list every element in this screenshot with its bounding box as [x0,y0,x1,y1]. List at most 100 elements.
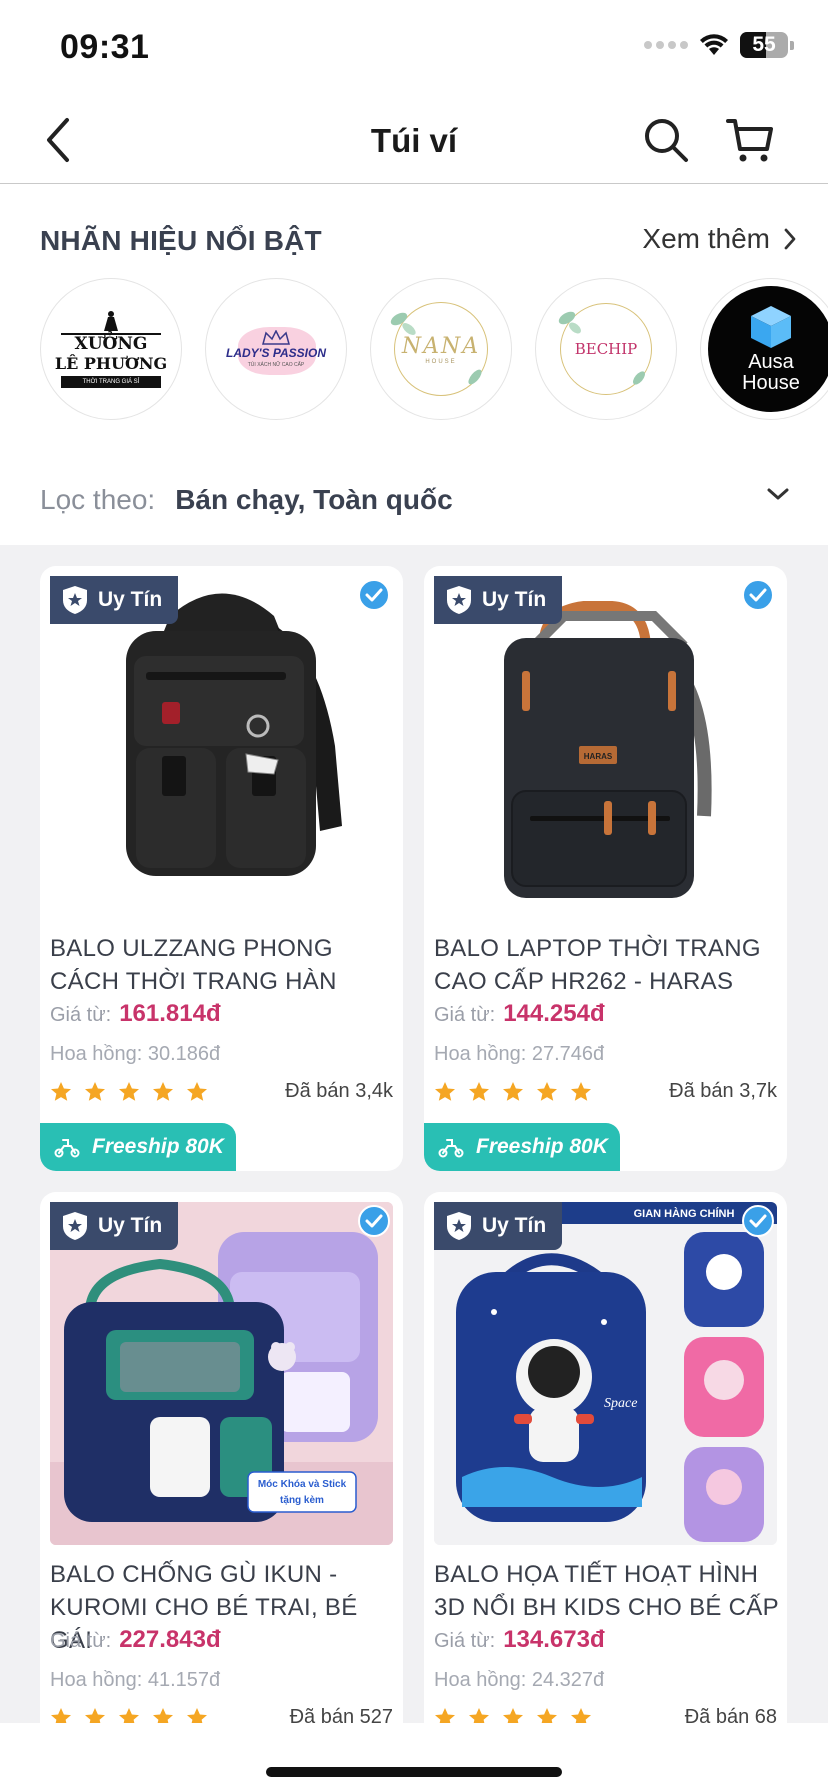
rating-stars [434,1081,592,1102]
star-icon [187,1708,207,1723]
freeship-badge: Freeship 80K [40,1123,236,1171]
brand-logo-ladys-passion[interactable]: LADY'S PASSION TÚI XÁCH NỮ CAO CẤP [205,278,347,420]
wifi-icon [700,34,728,55]
product-card[interactable]: Móc Khóa và Stick tặng kèm Uy Tín BALO C… [40,1192,403,1723]
bechip-logo: BECHIP [558,303,652,395]
black-backpack-image [126,593,342,876]
brand-logo-line1: XƯỞNG [74,333,148,354]
cellular-signal-icon [644,41,688,49]
rating-stars [434,1707,592,1723]
shield-star-icon [447,1212,471,1240]
freeship-label: Freeship 80K [92,1135,224,1158]
product-price: 161.814đ [119,1000,221,1027]
star-icon [85,1708,105,1723]
product-name: BALO HỌA TIẾT HOẠT HÌNH 3D NỔI BH KIDS C… [434,1561,779,1621]
brand-logo-line2: LÊ PHƯƠNG [54,353,168,373]
price-label: Giá từ: [434,1630,496,1652]
trust-badge: Uy Tín [434,1202,562,1250]
bottom-safe-area [0,1723,828,1792]
price-row: Giá từ: 227.843đ [50,1626,221,1654]
product-price: 227.843đ [119,1626,221,1653]
brand-logo-line1: Ausa [748,351,794,373]
sold-count: Đã bán 527 [289,1706,393,1723]
brand-logo-text: BECHIP [574,340,638,358]
trust-badge-label: Uy Tín [482,1214,547,1237]
rating-stars [50,1081,208,1102]
svg-text:tặng kèm: tặng kèm [280,1495,324,1506]
delivery-scooter-icon [438,1139,464,1158]
trust-badge: Uy Tín [434,576,562,624]
star-icon [187,1082,207,1101]
brand-logo-tagline: THỜI TRANG GIÁ SỈ [61,375,161,388]
brand-logo-tagline: TÚI XÁCH NỮ CAO CẤP [247,362,305,368]
search-button[interactable] [636,110,696,170]
star-icon [469,1082,489,1101]
cart-button[interactable] [720,110,780,170]
see-more-label: Xem thêm [642,223,770,254]
brand-logo-xuong-le-phuong[interactable]: XƯỞNG LÊ PHƯƠNG THỜI TRANG GIÁ SỈ [40,278,182,420]
sold-count: Đã bán 68 [684,1706,777,1723]
star-icon [153,1082,173,1101]
see-more-link[interactable]: Xem thêm [642,223,798,255]
brand-logo-nana-house[interactable]: NANA HOUSE [370,278,512,420]
product-image: HARAS [434,576,777,919]
star-icon [153,1708,173,1723]
product-card[interactable]: Uy Tín BALO ULZZANG PHONG CÁCH THỜI TRAN… [40,566,403,1171]
price-row: Giá từ: 161.814đ [50,1000,221,1028]
trust-badge-label: Uy Tín [98,588,163,611]
brand-logo-subtext: HOUSE [425,358,457,365]
brand-logo-ausa-house[interactable]: Ausa House [700,278,828,420]
navigation-header: Túi ví [0,96,828,184]
product-image [50,576,393,919]
filter-dropdown[interactable]: Lọc theo: Bán chạy, Toàn quốc [40,480,790,520]
trust-badge: Uy Tín [50,576,178,624]
home-indicator[interactable] [266,1767,562,1777]
leaf-decoration-icon [558,311,581,334]
laptop-backpack-image: HARAS [504,601,712,898]
trust-badge: Uy Tín [50,1202,178,1250]
product-price: 134.673đ [503,1626,605,1653]
star-icon [51,1708,71,1723]
trust-badge-label: Uy Tín [98,1214,163,1237]
star-icon [503,1708,523,1723]
product-card[interactable]: GIAN HÀNG CHÍNH Space Uy Tín BALO HỌA TI… [424,1192,787,1723]
chevron-down-icon [767,488,789,500]
star-icon [119,1708,139,1723]
product-commission: Hoa hồng: 30.186đ [50,1043,221,1065]
price-label: Giá từ: [50,1004,112,1026]
delivery-scooter-icon [54,1139,80,1158]
product-commission: Hoa hồng: 41.157đ [50,1669,221,1691]
brand-logo-bechip[interactable]: BECHIP [535,278,677,420]
star-icon [503,1082,523,1101]
astronaut-backpack-image: GIAN HÀNG CHÍNH Space [434,1202,777,1545]
xuong-le-phuong-logo: XƯỞNG LÊ PHƯƠNG THỜI TRANG GIÁ SỈ [54,310,168,388]
search-icon [645,119,688,162]
freeship-label: Freeship 80K [476,1135,608,1158]
page-title: Túi ví [370,122,458,159]
leaf-decoration-icon [390,312,416,335]
product-image: Móc Khóa và Stick tặng kèm [50,1202,393,1545]
trust-badge-label: Uy Tín [482,588,547,611]
product-image: GIAN HÀNG CHÍNH Space [434,1202,777,1545]
price-label: Giá từ: [434,1004,496,1026]
star-icon [435,1082,455,1101]
filter-value: Bán chạy, Toàn quốc [175,484,453,515]
verified-check-icon [358,579,390,611]
star-icon [571,1708,591,1723]
leaf-decoration-icon [468,369,482,385]
price-row: Giá từ: 134.673đ [434,1626,605,1654]
price-label: Giá từ: [50,1630,112,1652]
star-icon [537,1082,557,1101]
sold-count: Đã bán 3,4k [285,1080,393,1102]
product-commission: Hoa hồng: 27.746đ [434,1043,605,1065]
cart-icon [726,119,773,162]
chevron-right-icon [784,228,796,250]
featured-brands-title: NHÃN HIỆU NỔI BẬT [40,225,322,256]
brand-tag: HARAS [584,752,613,761]
product-card[interactable]: HARAS Uy Tín BALO LAPTOP THỜI TRANG CAO … [424,566,787,1171]
svg-text:Móc Khóa và Stick: Móc Khóa và Stick [258,1479,347,1490]
star-icon [435,1708,455,1723]
star-icon [469,1708,489,1723]
image-text: Space [604,1396,637,1411]
freeship-badge: Freeship 80K [424,1123,620,1171]
